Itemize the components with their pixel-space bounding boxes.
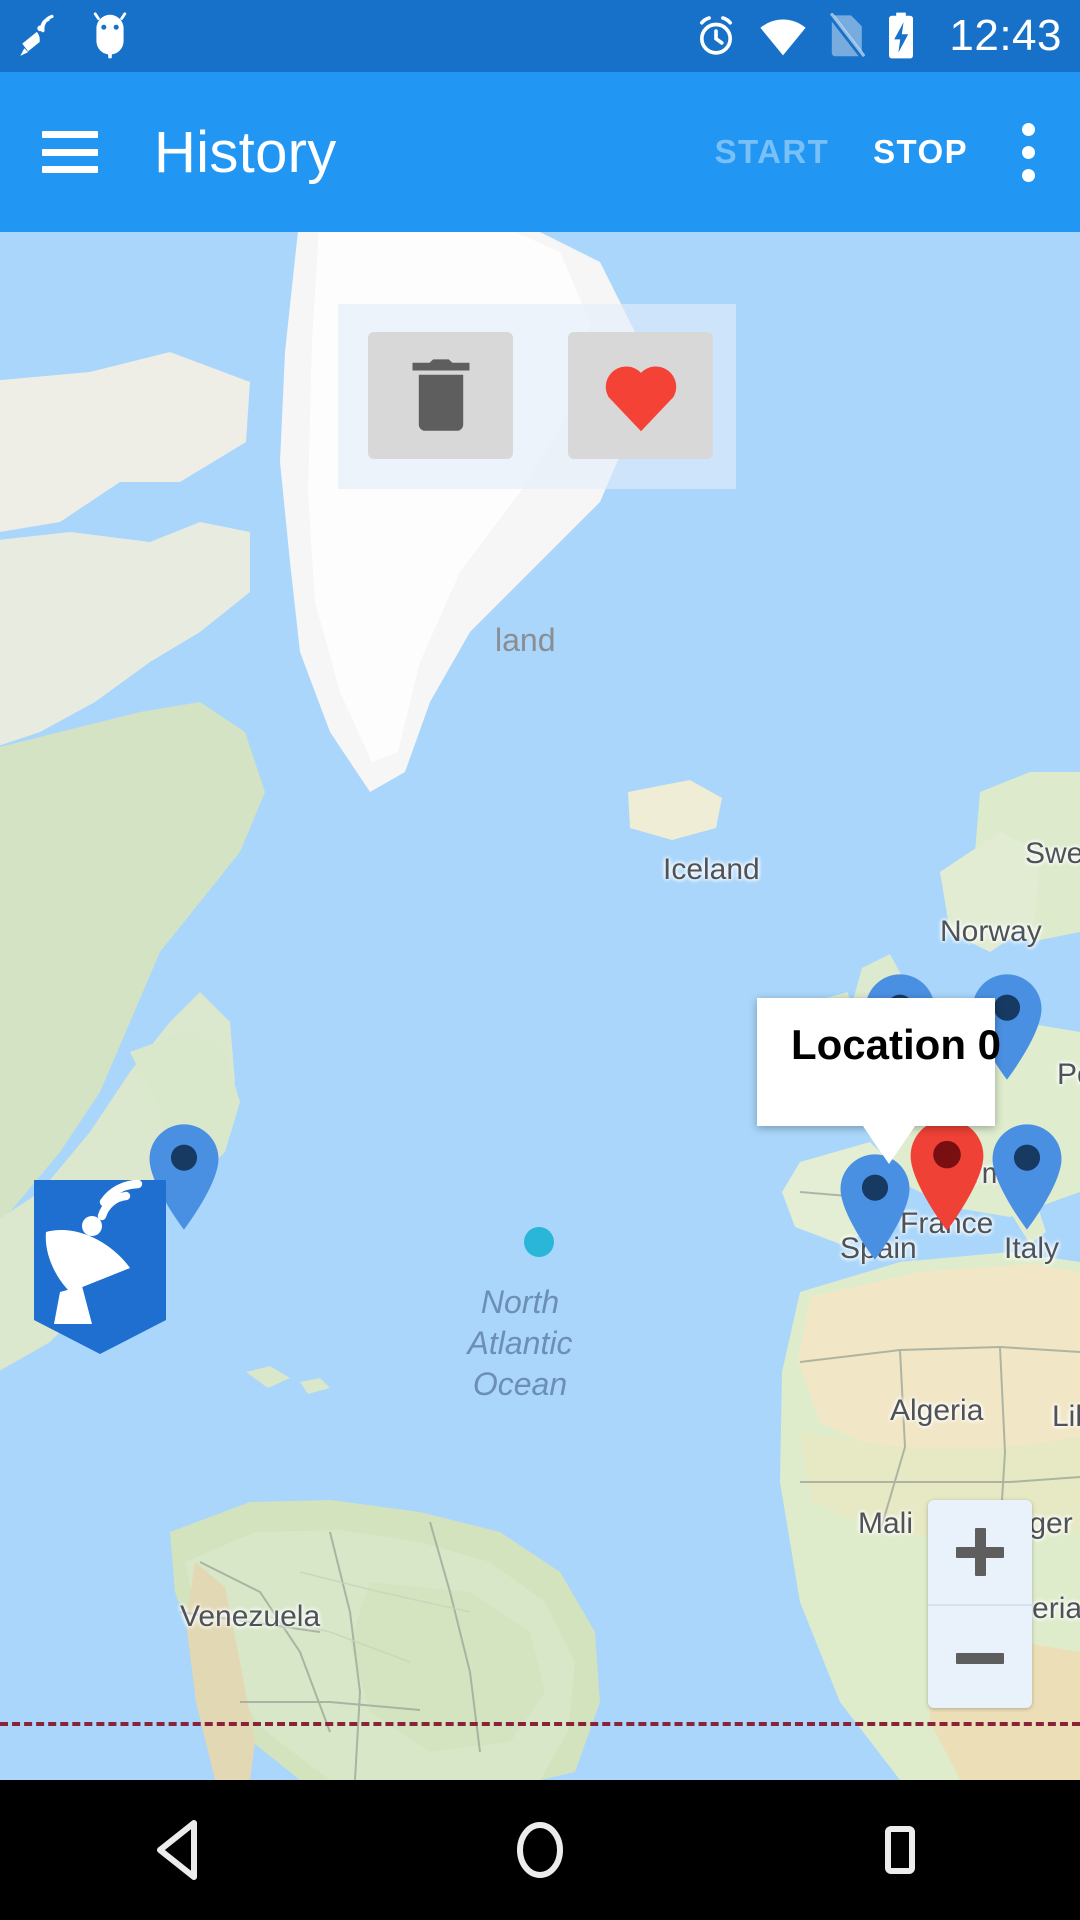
ocean-line-1: North bbox=[480, 1284, 560, 1320]
battery-charging-icon bbox=[889, 12, 914, 59]
android-robot-icon bbox=[93, 12, 127, 59]
no-sim-icon bbox=[828, 13, 866, 59]
status-bar-right-icons: 12:43 bbox=[693, 11, 1062, 61]
map-label-venezuela: Venezuela bbox=[180, 1600, 321, 1633]
map-marker-italy[interactable] bbox=[988, 1122, 1066, 1237]
more-vert-icon[interactable] bbox=[1000, 112, 1056, 192]
location-dot-icon bbox=[524, 1227, 554, 1257]
marker-info-window[interactable]: Location 0 bbox=[757, 998, 1002, 1164]
plus-icon-vertical bbox=[974, 1528, 986, 1576]
equator-line bbox=[0, 1722, 1080, 1726]
page-title: History bbox=[154, 119, 337, 185]
trash-icon bbox=[412, 358, 469, 431]
map-label-italy: Italy bbox=[1004, 1232, 1060, 1265]
map-label-iceland: Iceland bbox=[663, 853, 760, 886]
app-root: 12:43 History START STOP Iceland Norway … bbox=[0, 0, 1080, 1920]
map-label-po: Po bbox=[1057, 1058, 1080, 1091]
status-bar-left-icons bbox=[18, 12, 130, 60]
nav-recents-button[interactable] bbox=[825, 1780, 975, 1920]
map-marker-spain[interactable] bbox=[836, 1152, 914, 1267]
toolbar-actions: START STOP bbox=[693, 112, 1056, 192]
map-view[interactable]: Iceland Norway Swe Po Spain France erm I… bbox=[0, 232, 1080, 1780]
map-marker-selected[interactable] bbox=[906, 1117, 988, 1238]
info-window-tail bbox=[863, 1126, 915, 1164]
nav-back-button[interactable] bbox=[105, 1780, 255, 1920]
android-navigation-bar bbox=[0, 1780, 1080, 1920]
app-toolbar: History START STOP bbox=[0, 72, 1080, 232]
stop-button[interactable]: STOP bbox=[851, 115, 990, 189]
map-zoom-controls bbox=[928, 1500, 1032, 1708]
map-pin-icon bbox=[840, 1154, 910, 1260]
satellite-dish-badge-icon bbox=[26, 1172, 174, 1367]
heart-icon bbox=[605, 365, 676, 431]
map-label-algeria: Algeria bbox=[890, 1394, 984, 1427]
home-circle-icon bbox=[517, 1822, 563, 1878]
map-pin-icon bbox=[910, 1119, 984, 1231]
map-label-north-atlantic-ocean: North Atlantic Ocean bbox=[430, 1282, 610, 1405]
satellite-dish-icon bbox=[20, 14, 54, 56]
favorite-location-button[interactable] bbox=[568, 332, 713, 459]
back-triangle-icon bbox=[157, 1820, 197, 1880]
map-label-swe: Swe bbox=[1025, 837, 1080, 870]
delete-location-button[interactable] bbox=[368, 332, 513, 459]
map-label-greenland: land bbox=[495, 622, 556, 658]
current-location-dot bbox=[524, 1227, 554, 1262]
hamburger-menu-icon[interactable] bbox=[42, 131, 98, 173]
badge-shield-shape bbox=[34, 1179, 166, 1354]
map-label-norway: Norway bbox=[940, 915, 1042, 948]
map-label-libya: Lib bbox=[1052, 1400, 1080, 1433]
map-pin-icon bbox=[992, 1124, 1062, 1230]
recents-square-icon bbox=[885, 1826, 915, 1874]
map-label-mali: Mali bbox=[858, 1507, 914, 1540]
ocean-line-2: Atlantic bbox=[467, 1324, 573, 1361]
wifi-icon bbox=[760, 19, 806, 56]
zoom-in-button[interactable] bbox=[928, 1500, 1032, 1604]
status-bar: 12:43 bbox=[0, 0, 1080, 72]
info-window-title: Location 0 bbox=[791, 1021, 1002, 1068]
zoom-out-button[interactable] bbox=[928, 1604, 1032, 1708]
minus-icon bbox=[956, 1652, 1004, 1664]
alarm-clock-icon bbox=[700, 16, 733, 55]
status-bar-clock: 12:43 bbox=[949, 11, 1062, 60]
nav-home-button[interactable] bbox=[465, 1780, 615, 1920]
start-button[interactable]: START bbox=[693, 115, 852, 189]
ocean-line-3: Ocean bbox=[472, 1365, 568, 1402]
